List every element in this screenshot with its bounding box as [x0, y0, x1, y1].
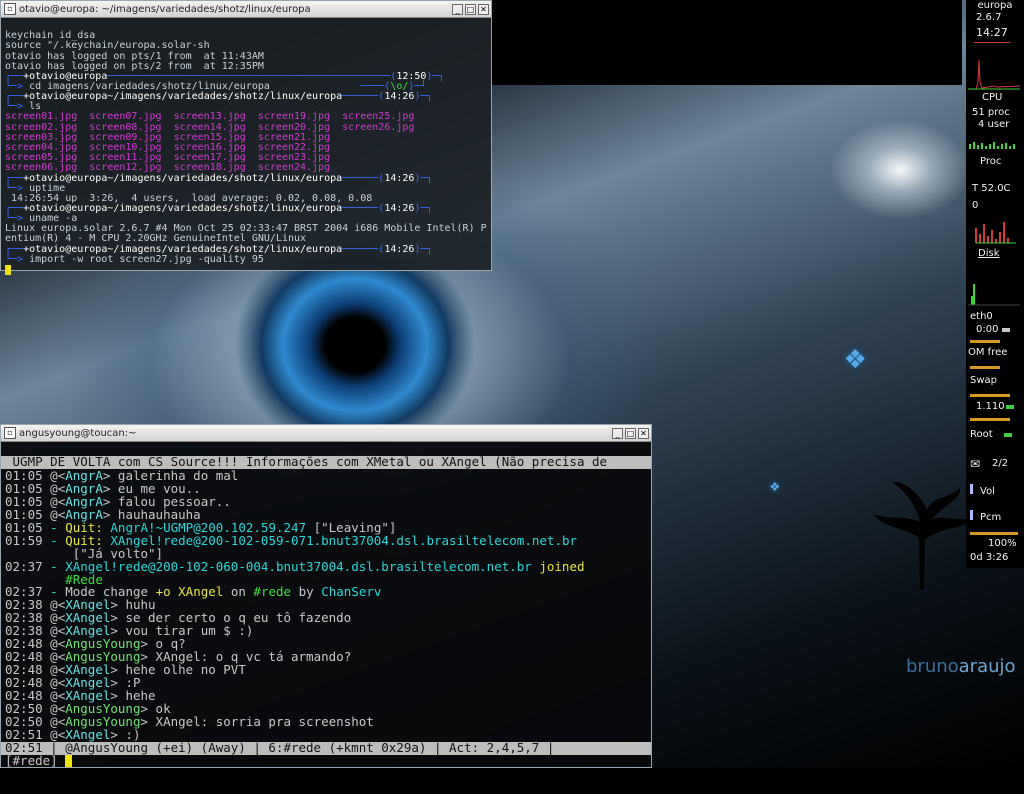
terminal-output[interactable]: keychain id_dsa source "/.keychain/europa… [1, 18, 491, 299]
text-cursor [65, 755, 73, 768]
volume-slider[interactable] [970, 484, 973, 494]
terminal-window-europa[interactable]: ▫ otavio@europa: ~/imagens/variedades/sh… [0, 0, 492, 275]
butterfly-icon: ❖ [845, 337, 866, 377]
gkrellm-monitor[interactable]: europa 2.6.7 14:27 CPU 51 proc 4 user Pr… [966, 0, 1024, 568]
prompt-header: ┌──+otavio@europa───────────────────────… [5, 71, 445, 83]
uptime-label: 0d 3:26 [970, 552, 1009, 563]
minimize-button[interactable]: _ [452, 3, 463, 15]
network-led-icon [1002, 328, 1010, 332]
root-fs-label: Root [970, 429, 993, 440]
network-timer: 0:00 [976, 324, 999, 335]
swap-value: 1.110 [976, 401, 1005, 412]
ethernet-label: eth0 [970, 311, 993, 322]
battery-percent: 100% [988, 538, 1017, 549]
prompt-header: ┌──+otavio@europa~/imagens/variedades/sh… [5, 243, 433, 255]
clock: 14:27 [976, 26, 1008, 39]
close-button[interactable]: ✕ [478, 3, 489, 15]
memory-bar-2 [970, 366, 1000, 369]
cpu-label: CPU [982, 92, 1003, 103]
window-titlebar[interactable]: ▫ angusyoung@toucan:~ _ □ ✕ [1, 425, 651, 442]
temperature-value: 0 [972, 200, 979, 211]
temperature-label: T 52.0C [972, 183, 1011, 194]
volume-label: Vol [980, 486, 995, 497]
user-count: 4 user [978, 119, 1010, 130]
maximize-button[interactable]: □ [465, 3, 476, 15]
disk-chart [975, 222, 1016, 244]
mail-count: 2/2 [992, 458, 1009, 469]
terminal-cursor-line[interactable] [5, 264, 487, 276]
maximize-button[interactable]: □ [625, 427, 636, 439]
butterfly-small-icon: ❖ [770, 476, 780, 495]
text-cursor [5, 264, 11, 275]
wallpaper-dark-region [492, 0, 962, 85]
window-menu-icon[interactable]: ▫ [4, 427, 16, 439]
hostname-label: europa [977, 0, 1013, 11]
prompt-command: └─> import -w root screen27.jpg -quality… [5, 253, 264, 265]
minimize-button[interactable]: _ [612, 427, 623, 439]
kernel-version: 2.6.7 [976, 12, 1002, 23]
memory-bar [970, 340, 1000, 343]
proc-label: Proc [980, 156, 1002, 167]
window-title: angusyoung@toucan:~ [19, 427, 137, 439]
battery-bar [970, 532, 1018, 535]
swap-label: Swap [970, 375, 998, 386]
root-fs-bar [970, 418, 1010, 421]
swap-led-icon [1006, 405, 1014, 409]
swap-bar [970, 394, 1010, 397]
wallpaper-signature: brunoaraujo [906, 656, 1016, 677]
irc-input-line[interactable]: [#rede] [1, 752, 651, 768]
close-button[interactable]: ✕ [638, 427, 649, 439]
tree-silhouette-icon [874, 481, 970, 590]
prompt-header: ┌──+otavio@europa~/imagens/variedades/sh… [5, 91, 433, 103]
mail-icon[interactable]: ✉ [970, 457, 980, 471]
root-led-icon [1004, 433, 1012, 437]
window-title: otavio@europa: ~/imagens/variedades/shot… [19, 3, 311, 15]
cpu-chart [968, 59, 1020, 90]
prompt-header: ┌──+otavio@europa~/imagens/variedades/sh… [5, 172, 433, 184]
proc-chart [969, 142, 1015, 149]
pcm-slider[interactable] [970, 510, 973, 520]
irc-terminal-window[interactable]: ▫ angusyoung@toucan:~ _ □ ✕ UGMP DE VOLT… [0, 424, 652, 768]
memory-free: OM free [968, 347, 1008, 358]
pcm-label: Pcm [980, 512, 1002, 523]
process-count: 51 proc [972, 107, 1010, 118]
irc-buffer[interactable]: UGMP DE VOLTA com CS Source!!! Informaçõ… [1, 442, 651, 794]
window-titlebar[interactable]: ▫ otavio@europa: ~/imagens/variedades/sh… [1, 1, 491, 18]
channel-prompt: [#rede] [5, 752, 58, 768]
prompt-header: ┌──+otavio@europa~/imagens/variedades/sh… [5, 203, 433, 215]
disk-label: Disk [978, 248, 1000, 259]
clock-underline [974, 42, 1010, 43]
network-chart [968, 284, 1020, 306]
window-menu-icon[interactable]: ▫ [4, 3, 16, 15]
irc-status-bar: 02:51 | @AngusYoung (+ei) (Away) | 6:#re… [1, 741, 651, 755]
